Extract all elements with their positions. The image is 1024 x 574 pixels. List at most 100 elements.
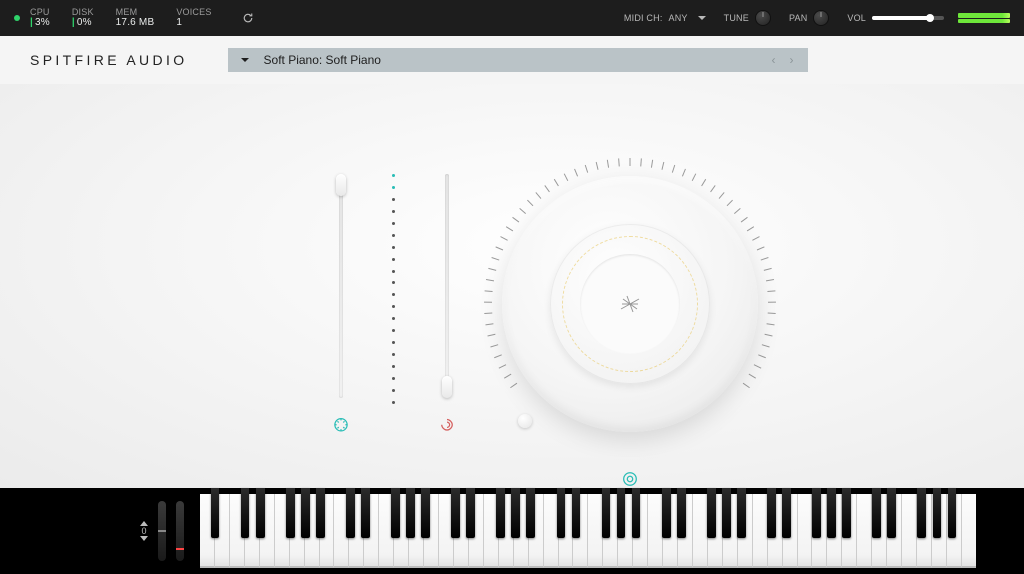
black-key[interactable] bbox=[211, 488, 220, 538]
power-led bbox=[14, 15, 20, 21]
vol-control: VOL bbox=[847, 13, 944, 23]
black-key[interactable] bbox=[812, 488, 821, 538]
octave-down-button[interactable] bbox=[140, 536, 148, 541]
disk-label: DISK bbox=[72, 8, 94, 18]
black-key[interactable] bbox=[827, 488, 836, 538]
preset-name: Soft Piano: Soft Piano bbox=[264, 53, 381, 67]
black-key[interactable] bbox=[662, 488, 671, 538]
main-panel bbox=[0, 84, 1024, 488]
reverb-icon bbox=[621, 470, 639, 488]
top-bar: CPU |3% DISK |0% MEM 17.6 MB VOICES 1 MI… bbox=[0, 0, 1024, 36]
dynamics-slider[interactable] bbox=[436, 174, 458, 434]
black-key[interactable] bbox=[572, 488, 581, 538]
virtual-keyboard[interactable] bbox=[200, 488, 982, 574]
white-key[interactable] bbox=[753, 494, 768, 568]
midi-channel-selector[interactable]: MIDI CH: ANY bbox=[624, 13, 706, 23]
black-key[interactable] bbox=[241, 488, 250, 538]
slider-thumb[interactable] bbox=[442, 376, 452, 398]
slider-group bbox=[330, 174, 458, 434]
black-key[interactable] bbox=[526, 488, 535, 538]
black-key[interactable] bbox=[948, 488, 957, 538]
chevron-down-icon bbox=[240, 55, 250, 65]
tune-knob[interactable] bbox=[755, 10, 771, 26]
preset-prev-button[interactable]: ‹ bbox=[768, 53, 780, 67]
keyboard-left-controls: 0 bbox=[0, 488, 200, 574]
slider-scale bbox=[392, 174, 396, 404]
black-key[interactable] bbox=[632, 488, 641, 538]
preset-next-button[interactable]: › bbox=[786, 53, 798, 67]
voices-label: VOICES bbox=[176, 8, 211, 18]
vol-label: VOL bbox=[847, 13, 866, 23]
vol-slider[interactable] bbox=[872, 16, 944, 20]
white-key[interactable] bbox=[857, 494, 872, 568]
black-key[interactable] bbox=[256, 488, 265, 538]
black-key[interactable] bbox=[933, 488, 942, 538]
white-key[interactable] bbox=[902, 494, 917, 568]
white-key[interactable] bbox=[693, 494, 708, 568]
voices-stat: VOICES 1 bbox=[176, 8, 211, 29]
black-key[interactable] bbox=[406, 488, 415, 538]
reverb-dial[interactable] bbox=[480, 154, 780, 454]
black-key[interactable] bbox=[767, 488, 776, 538]
white-key[interactable] bbox=[798, 494, 813, 568]
preset-dropdown-button[interactable] bbox=[238, 53, 252, 67]
black-key[interactable] bbox=[617, 488, 626, 538]
black-key[interactable] bbox=[917, 488, 926, 538]
dial-face bbox=[580, 254, 680, 354]
mem-stat: MEM 17.6 MB bbox=[116, 8, 155, 29]
black-key[interactable] bbox=[286, 488, 295, 538]
mod-wheel[interactable] bbox=[176, 501, 184, 561]
slider-track bbox=[445, 174, 449, 398]
tune-control: TUNE bbox=[724, 10, 771, 26]
pan-knob[interactable] bbox=[813, 10, 829, 26]
black-key[interactable] bbox=[496, 488, 505, 538]
disk-stat: DISK |0% bbox=[72, 8, 94, 29]
black-key[interactable] bbox=[346, 488, 355, 538]
black-key[interactable] bbox=[511, 488, 520, 538]
slider-thumb[interactable] bbox=[336, 174, 346, 196]
black-key[interactable] bbox=[782, 488, 791, 538]
refresh-button[interactable] bbox=[240, 10, 256, 26]
mem-label: MEM bbox=[116, 8, 155, 18]
black-key[interactable] bbox=[316, 488, 325, 538]
refresh-icon bbox=[242, 12, 254, 24]
black-key[interactable] bbox=[722, 488, 731, 538]
preset-selector[interactable]: Soft Piano: Soft Piano ‹ › bbox=[228, 48, 808, 72]
black-key[interactable] bbox=[391, 488, 400, 538]
black-key[interactable] bbox=[451, 488, 460, 538]
brand-logo: SPITFIRE AUDIO bbox=[30, 52, 188, 68]
cpu-stat: CPU |3% bbox=[30, 8, 50, 29]
dial-indicator[interactable] bbox=[518, 414, 532, 428]
plugin-window: CPU |3% DISK |0% MEM 17.6 MB VOICES 1 MI… bbox=[0, 0, 1024, 574]
midi-value: ANY bbox=[669, 13, 688, 23]
black-key[interactable] bbox=[872, 488, 881, 538]
white-key[interactable] bbox=[962, 494, 976, 568]
cpu-value: 3% bbox=[35, 17, 50, 28]
black-key[interactable] bbox=[361, 488, 370, 538]
chevron-down-icon bbox=[698, 16, 706, 20]
black-key[interactable] bbox=[737, 488, 746, 538]
expression-slider[interactable] bbox=[330, 174, 352, 434]
white-key[interactable] bbox=[648, 494, 663, 568]
slider-track bbox=[339, 174, 343, 398]
black-key[interactable] bbox=[557, 488, 566, 538]
black-key[interactable] bbox=[707, 488, 716, 538]
tune-label: TUNE bbox=[724, 13, 749, 23]
header-row: SPITFIRE AUDIO Soft Piano: Soft Piano ‹ … bbox=[0, 36, 1024, 84]
black-key[interactable] bbox=[421, 488, 430, 538]
keyboard-section: 0 bbox=[0, 488, 1024, 574]
black-key[interactable] bbox=[887, 488, 896, 538]
pitch-wheel[interactable] bbox=[158, 501, 166, 561]
disk-value: 0% bbox=[77, 17, 92, 28]
black-key[interactable] bbox=[842, 488, 851, 538]
black-key[interactable] bbox=[602, 488, 611, 538]
dynamics-icon bbox=[438, 416, 456, 434]
black-key[interactable] bbox=[301, 488, 310, 538]
pan-label: PAN bbox=[789, 13, 807, 23]
output-meter bbox=[958, 13, 1010, 23]
black-key[interactable] bbox=[466, 488, 475, 538]
cpu-label: CPU bbox=[30, 8, 50, 18]
pan-control: PAN bbox=[789, 10, 829, 26]
black-key[interactable] bbox=[677, 488, 686, 538]
mem-value: 17.6 MB bbox=[116, 17, 155, 28]
